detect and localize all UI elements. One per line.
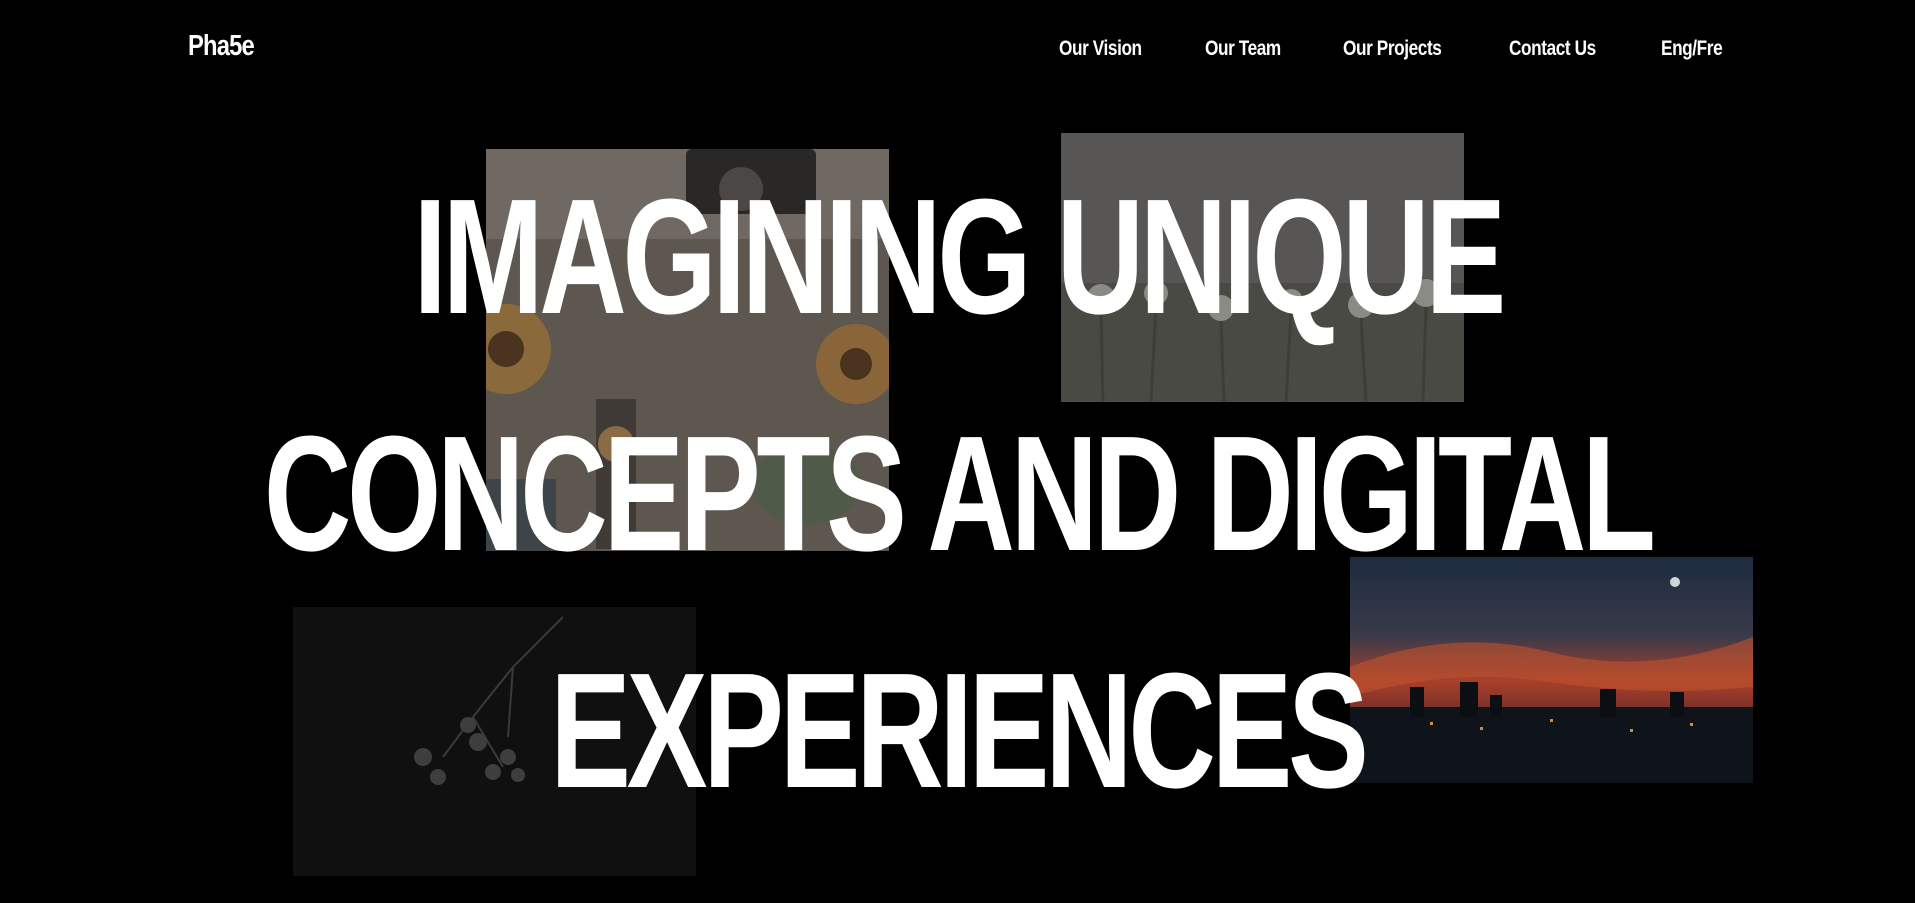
nav-item-our-team[interactable]: Our Team [1205, 37, 1281, 61]
hero-headline-line-2: CONCEPTS AND DIGITAL [263, 402, 1656, 585]
language-toggle[interactable]: Eng/Fre [1661, 37, 1723, 61]
hero-headline-line-3: EXPERIENCES [550, 639, 1369, 822]
nav-item-contact-us[interactable]: Contact Us [1509, 37, 1596, 61]
nav-item-our-projects[interactable]: Our Projects [1343, 37, 1442, 61]
nav-item-our-vision[interactable]: Our Vision [1059, 37, 1142, 61]
hero-headline-line-1: IMAGINING UNIQUE [413, 165, 1506, 348]
main-nav: Our Vision Our Team Our Projects Contact… [0, 37, 1915, 67]
